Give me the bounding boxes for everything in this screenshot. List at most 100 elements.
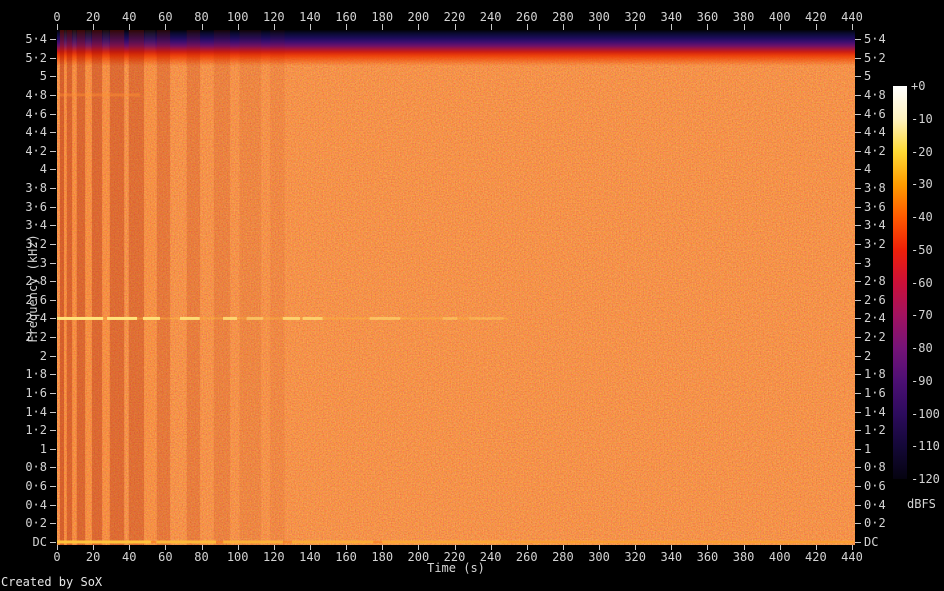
freq-tick-mark-right: [855, 299, 861, 301]
time-tick-label-top: 140: [299, 10, 321, 24]
freq-tick-mark-left: [50, 225, 56, 227]
freq-tick-mark-left: [50, 299, 56, 301]
spectral-feature: [57, 93, 141, 97]
freq-tick-mark-right: [855, 504, 861, 506]
time-tick-mark-top: [779, 24, 781, 30]
time-tick-label-top: 240: [479, 10, 502, 24]
colorbar-tick-label: -20: [911, 144, 933, 159]
time-tick-label-bottom: 200: [407, 550, 430, 564]
time-tick-mark-top: [418, 24, 420, 30]
nyquist-rolloff-band: [57, 30, 855, 66]
freq-tick-label-right: 3: [864, 255, 872, 270]
time-tick-label-bottom: 120: [262, 550, 285, 564]
spectral-feature: [239, 30, 262, 545]
freq-tick-mark-right: [855, 39, 861, 40]
spectral-feature: [223, 540, 283, 544]
time-tick-label-top: 320: [624, 10, 647, 24]
freq-tick-label-right: 0·4: [864, 497, 886, 512]
footer-credit: Created by SoX: [1, 575, 103, 589]
colorbar-tick-label: -80: [911, 341, 933, 355]
spectral-feature: [382, 540, 509, 544]
time-tick-mark-top: [93, 24, 95, 30]
time-tick-label-bottom: 40: [122, 550, 137, 564]
freq-tick-mark-left: [50, 132, 56, 134]
freq-tick-mark-right: [855, 262, 861, 264]
time-tick-label-top: 20: [85, 10, 101, 24]
time-tick-label-top: 400: [768, 10, 791, 24]
freq-tick-mark-left: [50, 150, 56, 152]
freq-tick-mark-right: [855, 243, 861, 245]
freq-tick-label-right: 5·4: [864, 32, 886, 46]
spectral-feature: [508, 540, 854, 544]
freq-tick-label-right: 4: [864, 162, 872, 177]
spectral-feature: [76, 30, 86, 545]
freq-tick-mark-left: [50, 411, 56, 413]
colorbar-tick-label: -60: [911, 275, 933, 290]
freq-tick-label-left: 2·6: [25, 292, 47, 307]
noise-floor: [57, 30, 855, 545]
freq-tick-label-left: 0·2: [25, 516, 47, 531]
freq-tick-label-left: 4·2: [25, 143, 47, 158]
spectral-feature: [85, 30, 92, 545]
time-tick-label-top: 100: [226, 10, 249, 24]
spectral-feature: [156, 540, 216, 544]
time-tick-mark-top: [526, 24, 528, 30]
freq-tick-mark-left: [50, 318, 56, 320]
spectral-feature: [246, 316, 263, 320]
time-tick-mark-top: [815, 24, 817, 30]
spectral-feature: [66, 30, 73, 545]
time-tick-label-bottom: 360: [696, 550, 719, 564]
freq-tick-label-right: 5·2: [864, 50, 886, 65]
spectral-feature: [179, 316, 200, 320]
spectral-feature: [72, 30, 77, 545]
time-tick-mark-top: [57, 24, 58, 30]
freq-tick-mark-left: [50, 169, 56, 171]
freq-tick-mark-right: [855, 355, 861, 357]
time-tick-mark-top: [599, 24, 601, 30]
freq-tick-label-left: 5: [39, 69, 47, 84]
colorbar-tick-label: -90: [911, 373, 933, 388]
freq-tick-label-right: 4·4: [864, 125, 886, 140]
time-tick-label-top: 200: [407, 10, 430, 24]
colorbar-tick-label: -50: [911, 242, 933, 257]
time-tick-mark-top: [454, 24, 456, 30]
colorbar-tick-label: -100: [911, 406, 940, 421]
time-tick-mark-top: [490, 24, 492, 30]
time-tick-label-top: 340: [660, 10, 683, 24]
freq-tick-mark-left: [50, 392, 56, 394]
freq-tick-mark-right: [855, 318, 861, 320]
freq-tick-label-left: 3·4: [25, 218, 47, 233]
colorbar-tick-label: -30: [911, 177, 933, 192]
freq-tick-label-right: 1·2: [864, 423, 886, 438]
time-tick-label-bottom: 280: [552, 550, 574, 564]
freq-tick-label-left: 1·2: [25, 423, 47, 438]
freq-tick-mark-right: [855, 188, 861, 190]
time-tick-label-top: 260: [515, 10, 538, 24]
time-tick-label-bottom: 380: [732, 550, 755, 564]
freq-tick-label-left: 2·4: [25, 311, 47, 326]
freq-tick-mark-left: [50, 467, 56, 469]
time-tick-label-top: 300: [588, 10, 610, 24]
freq-tick-mark-left: [50, 262, 56, 264]
time-tick-mark-top: [707, 24, 709, 30]
time-tick-label-bottom: 60: [158, 550, 173, 564]
time-tick-mark-top: [237, 24, 239, 30]
time-tick-mark-top: [273, 24, 275, 30]
time-tick-label-bottom: 0: [53, 550, 61, 564]
time-tick-label-top: 40: [122, 10, 137, 24]
freq-tick-label-right: 1·6: [864, 385, 886, 400]
freq-tick-mark-right: [855, 76, 861, 78]
freq-tick-mark-right: [855, 206, 861, 208]
time-tick-mark-top: [852, 24, 853, 30]
freq-tick-mark-left: [50, 243, 56, 245]
time-tick-label-bottom: 440: [841, 550, 863, 564]
time-tick-mark-top: [743, 24, 745, 30]
time-tick-label-top: 280: [552, 10, 574, 24]
time-tick-label-bottom: 240: [479, 550, 502, 564]
time-tick-label-bottom: 260: [515, 550, 538, 564]
spectral-feature: [186, 30, 201, 545]
freq-tick-label-left: 5·4: [25, 32, 47, 46]
spectral-feature: [302, 316, 323, 320]
freq-tick-mark-right: [855, 113, 861, 115]
freq-tick-label-left: 4·4: [25, 125, 47, 140]
